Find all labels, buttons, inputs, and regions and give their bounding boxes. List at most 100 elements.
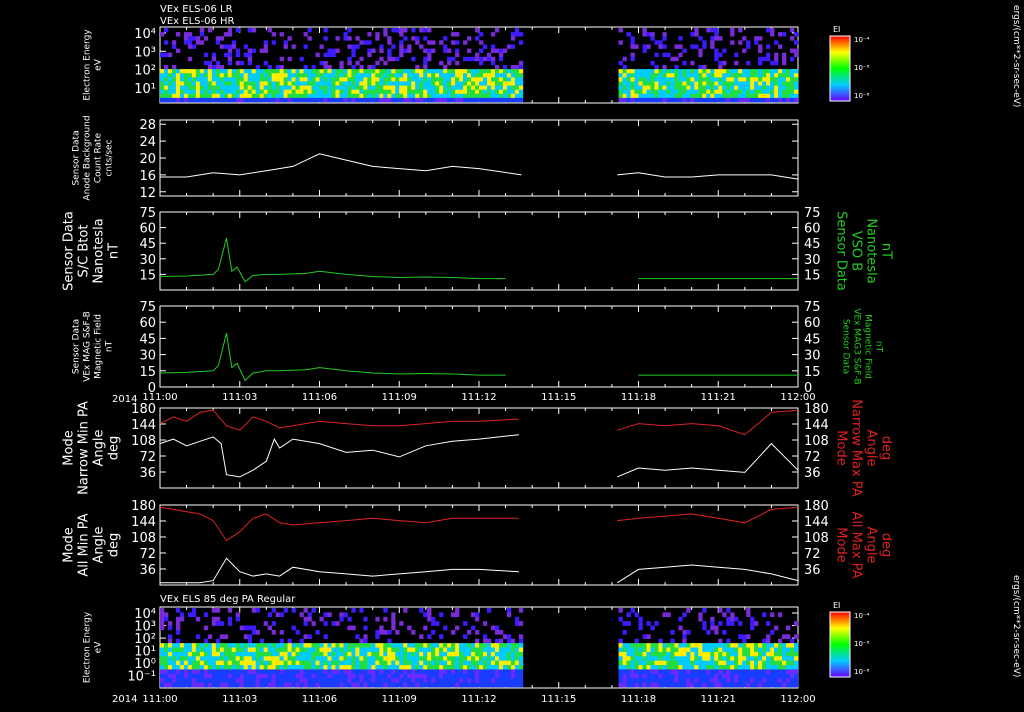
spectrogram-cell (191, 682, 197, 688)
spectrogram-cell (283, 77, 288, 82)
spectrogram-cell (646, 656, 651, 661)
spectrogram-cell (618, 682, 623, 688)
spectrogram-cell (670, 665, 675, 670)
spectrogram-cell (403, 93, 408, 99)
spectrogram-cell (758, 44, 763, 49)
spectrogram-cell (351, 73, 356, 78)
spectrogram-cell (315, 660, 320, 666)
spectrogram-cell (223, 673, 229, 679)
spectrogram-cell (363, 656, 368, 661)
spectrogram-cell (327, 682, 332, 688)
spectrogram-cell (498, 93, 504, 99)
spectrogram-cell (175, 660, 181, 666)
spectrogram-cell (682, 629, 687, 635)
spectrogram-cell (183, 97, 189, 103)
spectrogram-cell (183, 36, 189, 41)
spectrogram-cell (754, 682, 759, 688)
spectrogram-cell (399, 85, 404, 90)
spectrogram-cell (506, 73, 512, 78)
spectrogram-cell (207, 65, 213, 70)
spectrogram-cell (514, 77, 520, 82)
spectrogram-cell (714, 81, 719, 86)
spectrogram-cell (383, 93, 388, 99)
spectrogram-cell (447, 93, 452, 99)
spectrogram-cell (331, 48, 336, 53)
spectrogram-cell (618, 678, 623, 683)
spectrogram-cell (259, 48, 264, 53)
spectrogram-cell (622, 621, 627, 626)
spectrogram-cell (730, 85, 735, 90)
spectrogram-cell (658, 77, 663, 82)
spectrogram-cell (239, 89, 245, 95)
spectrogram-cell (455, 40, 460, 45)
spectrogram-cell (498, 660, 504, 666)
spectrogram-cell (742, 656, 747, 661)
spectrogram-cell (211, 56, 217, 62)
spectrogram-cell (283, 608, 288, 613)
spectrogram-cell (686, 660, 691, 666)
spectrogram-cell (674, 44, 679, 49)
spectrogram-cell (307, 656, 312, 661)
spectrogram-cell (618, 28, 623, 33)
spectrogram-cell (770, 651, 775, 657)
spectrogram-cell (514, 673, 520, 679)
spectrogram-cell (211, 97, 217, 103)
spectrogram-cell (443, 81, 448, 86)
spectrogram-cell (766, 44, 771, 49)
spectrogram-cell (183, 81, 189, 86)
spectrogram-cell (279, 682, 284, 688)
spectrogram-cell (211, 77, 217, 82)
spectrogram-cell (510, 36, 516, 41)
spectrogram-cell (754, 85, 759, 90)
spectrogram-cell (626, 32, 631, 37)
spectrogram-cell (650, 69, 655, 74)
spectrogram-cell (383, 81, 388, 86)
spectrogram-cell (746, 40, 751, 45)
spectrogram-cell (403, 48, 408, 53)
spectrogram-cell (642, 678, 647, 683)
spectrogram-cell (694, 643, 699, 648)
spectrogram-cell (287, 36, 292, 41)
spectrogram-cell (411, 81, 416, 86)
spectrogram-cell (160, 32, 165, 37)
spectrogram-cell (746, 93, 751, 99)
spectrogram-cell (742, 73, 747, 78)
spectrogram-cell (223, 651, 229, 657)
spectrogram-cell (347, 625, 352, 631)
spectrogram-cell (650, 669, 655, 675)
spectrogram-cell (790, 678, 795, 683)
spectrogram-cell (710, 36, 715, 41)
spectrogram-cell (223, 32, 229, 37)
spectrogram-cell (363, 638, 368, 644)
spectrogram-cell (774, 56, 779, 62)
spectrogram-cell (203, 36, 209, 41)
spectrogram-cell (423, 651, 428, 657)
spectrogram-cell (207, 660, 213, 666)
spectrogram-cell (722, 682, 727, 688)
spectrogram-cell (742, 69, 747, 74)
spectrogram-cell (187, 32, 193, 37)
spectrogram-cell (666, 665, 671, 670)
spectrogram-cell (451, 643, 456, 648)
spectrogram-cell (199, 651, 205, 657)
spectrogram-cell (375, 660, 380, 666)
spectrogram-cell (267, 73, 272, 78)
spectrogram-cell (407, 682, 412, 688)
spectrogram-cell (626, 97, 631, 103)
spectrogram-cell (698, 77, 703, 82)
spectrogram-cell (714, 93, 719, 99)
spectrogram-cell (203, 638, 209, 644)
spectrogram-cell (407, 647, 412, 653)
spectrogram-cell (403, 85, 408, 90)
spectrogram-cell (395, 656, 400, 661)
spectrogram-cell (471, 673, 476, 679)
spectrogram-cell (622, 678, 627, 683)
spectrogram-cell (622, 81, 627, 86)
spectrogram-cell (271, 673, 276, 679)
spectrogram-cell (718, 678, 723, 683)
spectrogram-cell (219, 643, 225, 648)
spectrogram-cell (714, 673, 719, 679)
spectrogram-cell (714, 682, 719, 688)
spectrogram-cell (706, 651, 711, 657)
spectrogram-cell (443, 85, 448, 90)
